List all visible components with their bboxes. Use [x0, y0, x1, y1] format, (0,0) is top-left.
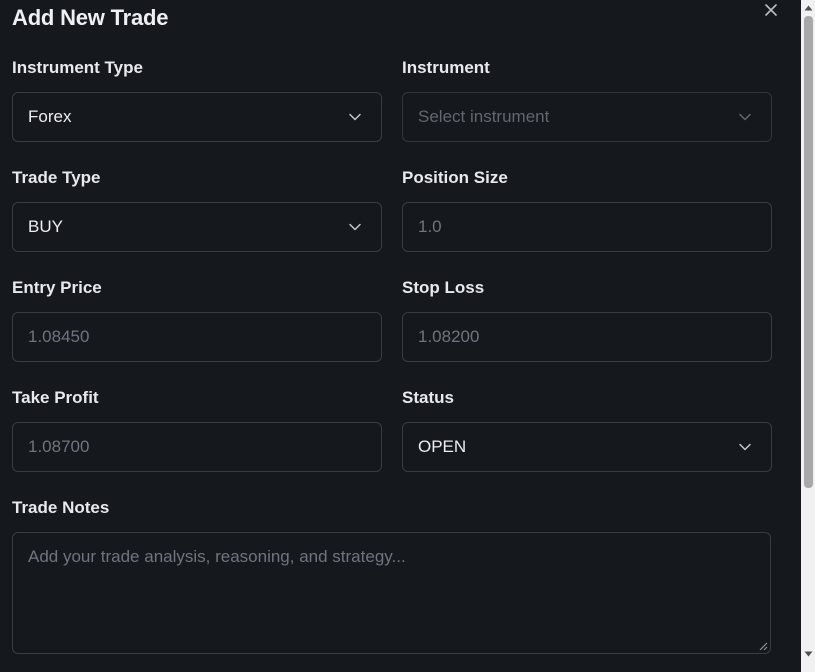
instrument-type-value: Forex: [28, 107, 72, 126]
instrument-label: Instrument: [402, 58, 490, 77]
instrument-select[interactable]: Select instrument: [402, 92, 772, 142]
chevron-down-icon: [348, 110, 362, 124]
stop-loss-label: Stop Loss: [402, 278, 485, 297]
trade-notes-textarea[interactable]: Add your trade analysis, reasoning, and …: [12, 532, 771, 654]
close-button[interactable]: [760, 0, 782, 21]
take-profit-input[interactable]: 1.08700: [12, 422, 382, 472]
trade-notes-placeholder: Add your trade analysis, reasoning, and …: [28, 547, 406, 566]
instrument-type-label: Instrument Type: [12, 58, 143, 77]
instrument-type-select[interactable]: Forex: [12, 92, 382, 142]
instrument-placeholder: Select instrument: [418, 107, 550, 126]
trade-type-value: BUY: [28, 217, 63, 236]
scroll-up-arrow-icon[interactable]: [801, 0, 815, 16]
close-icon: [765, 4, 777, 16]
status-value: OPEN: [418, 437, 467, 456]
chevron-down-icon: [738, 110, 752, 124]
chevron-down-icon: [738, 440, 752, 454]
position-size-placeholder: 1.0: [418, 217, 442, 236]
entry-price-input[interactable]: 1.08450: [12, 312, 382, 362]
entry-price-placeholder: 1.08450: [28, 327, 90, 346]
vertical-scrollbar[interactable]: [801, 0, 815, 672]
take-profit-label: Take Profit: [12, 388, 99, 407]
dialog-title: Add New Trade: [12, 5, 169, 30]
stop-loss-placeholder: 1.08200: [418, 327, 480, 346]
add-trade-dialog: Add New Trade Instrument Type Forex Inst…: [0, 0, 801, 672]
stop-loss-input[interactable]: 1.08200: [402, 312, 772, 362]
trade-notes-label: Trade Notes: [12, 498, 110, 517]
status-label: Status: [402, 388, 454, 407]
resize-handle-icon[interactable]: [759, 642, 768, 651]
entry-price-label: Entry Price: [12, 278, 102, 297]
status-select[interactable]: OPEN: [402, 422, 772, 472]
chevron-down-icon: [348, 220, 362, 234]
trade-type-select[interactable]: BUY: [12, 202, 382, 252]
take-profit-placeholder: 1.08700: [28, 437, 90, 456]
scroll-down-arrow-icon[interactable]: [801, 646, 815, 662]
scrollbar-thumb[interactable]: [804, 16, 813, 488]
trade-type-label: Trade Type: [12, 168, 101, 187]
position-size-input[interactable]: 1.0: [402, 202, 772, 252]
position-size-label: Position Size: [402, 168, 508, 187]
